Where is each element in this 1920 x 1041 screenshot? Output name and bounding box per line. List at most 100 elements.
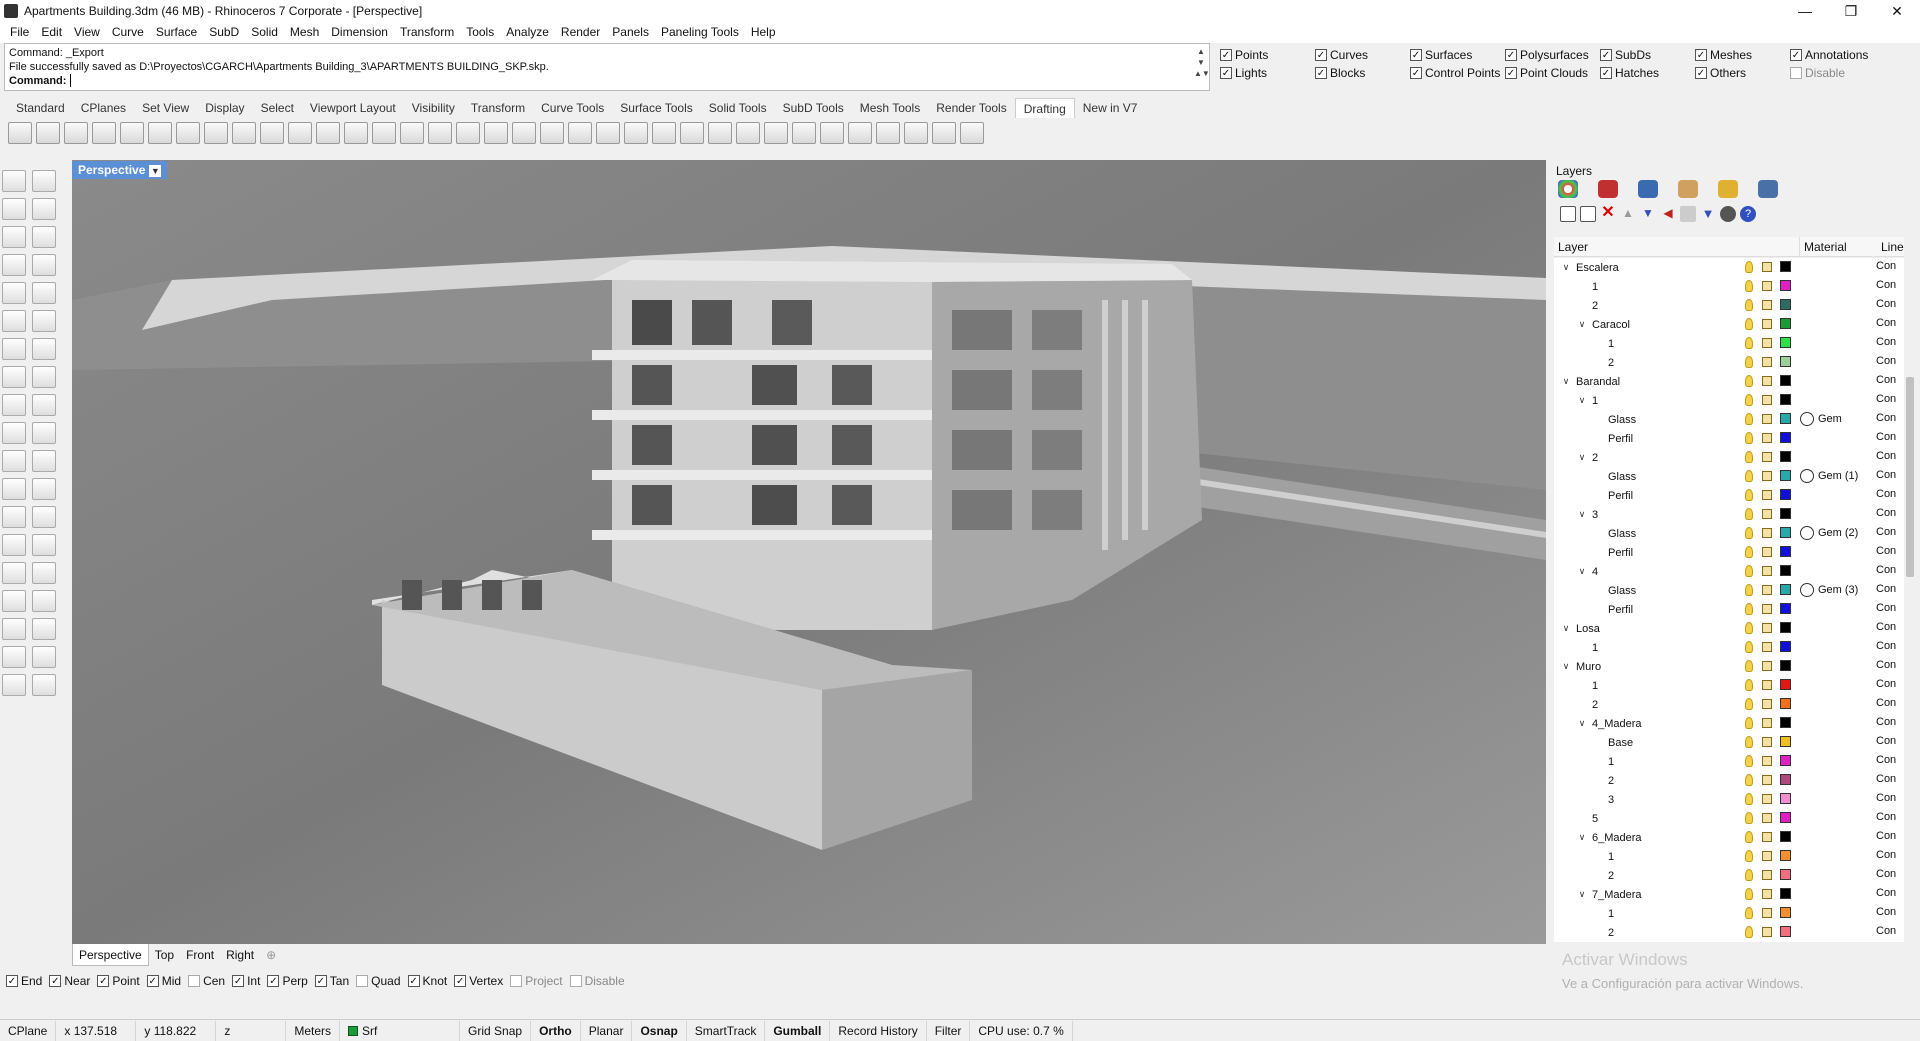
checkbox[interactable]: ✓ xyxy=(146,975,159,987)
layer-color-swatch[interactable] xyxy=(1780,622,1791,633)
osnap-disable[interactable]: Disable xyxy=(569,974,625,988)
filter-control-points[interactable]: ✓ Control Points xyxy=(1410,64,1505,82)
lock-icon[interactable] xyxy=(1762,471,1772,481)
layer-linetype[interactable]: Con xyxy=(1876,659,1896,671)
layer-color-swatch[interactable] xyxy=(1780,299,1791,310)
layer-linetype[interactable]: Con xyxy=(1876,716,1896,728)
layer-row[interactable]: 2 Con xyxy=(1554,296,1904,315)
layer-row[interactable]: 2 Con xyxy=(1554,695,1904,714)
layer-row[interactable]: 2 Con xyxy=(1554,353,1904,372)
layer-linetype[interactable]: Con xyxy=(1876,754,1896,766)
layer-linetype[interactable]: Con xyxy=(1876,564,1896,576)
rectangle-3pt-icon[interactable] xyxy=(32,590,56,612)
checkbox[interactable] xyxy=(510,975,523,987)
visibility-bulb-icon[interactable] xyxy=(1745,850,1753,862)
layer-linetype[interactable]: Con xyxy=(1876,906,1896,918)
tab-curve-tools[interactable]: Curve Tools xyxy=(533,98,612,118)
visibility-bulb-icon[interactable] xyxy=(1745,413,1753,425)
visibility-bulb-icon[interactable] xyxy=(1745,869,1753,881)
visibility-bulb-icon[interactable] xyxy=(1745,337,1753,349)
sketch-icon[interactable] xyxy=(32,310,56,332)
layer-material[interactable]: Gem xyxy=(1800,412,1842,426)
arc-3pt-icon[interactable] xyxy=(32,338,56,360)
point-icon[interactable] xyxy=(2,198,26,220)
text-icon[interactable] xyxy=(316,122,340,144)
filter-toggle[interactable]: Filter xyxy=(927,1020,971,1041)
viewport-tab-front[interactable]: Front xyxy=(180,944,220,966)
expand-chevron-icon[interactable]: ∨ xyxy=(1576,566,1588,577)
layer-row[interactable]: ∨ 2 Con xyxy=(1554,448,1904,467)
leader-icon[interactable] xyxy=(288,122,312,144)
tab-standard[interactable]: Standard xyxy=(8,98,73,118)
curve-icon[interactable] xyxy=(2,282,26,304)
render-icon[interactable] xyxy=(1638,180,1658,198)
font-icon[interactable] xyxy=(904,122,928,144)
lock-icon[interactable] xyxy=(1762,718,1772,728)
layer-color-swatch[interactable] xyxy=(1780,793,1791,804)
tab-drafting[interactable]: Drafting xyxy=(1014,98,1075,118)
checkbox[interactable]: ✓ xyxy=(454,975,467,987)
viewport-tab-perspective[interactable]: Perspective xyxy=(72,944,149,966)
ellipse-icon[interactable] xyxy=(32,478,56,500)
layer-row[interactable]: ∨ 6_Madera Con xyxy=(1554,828,1904,847)
layer-color-swatch[interactable] xyxy=(1780,584,1791,595)
osnap-point[interactable]: ✓ Point xyxy=(97,974,140,988)
layer-color-swatch[interactable] xyxy=(1780,717,1791,728)
layer-linetype[interactable]: Con xyxy=(1876,887,1896,899)
layer-row[interactable]: 1 Con xyxy=(1554,904,1904,923)
ortho-toggle[interactable]: Ortho xyxy=(531,1020,581,1041)
tab-viewport-layout[interactable]: Viewport Layout xyxy=(302,98,404,118)
chamfer-icon[interactable] xyxy=(32,506,56,528)
expand-chevron-icon[interactable]: ∨ xyxy=(1576,832,1588,843)
visibility-bulb-icon[interactable] xyxy=(1745,888,1753,900)
layer-color-swatch[interactable] xyxy=(1780,774,1791,785)
checkbox[interactable] xyxy=(356,975,369,987)
layer-linetype[interactable]: Con xyxy=(1876,773,1896,785)
expand-chevron-icon[interactable]: ∨ xyxy=(1576,889,1588,900)
layer-color-swatch[interactable] xyxy=(1780,698,1791,709)
layer-linetype[interactable]: Con xyxy=(1876,640,1896,652)
visibility-bulb-icon[interactable] xyxy=(1745,432,1753,444)
text-block-icon[interactable] xyxy=(568,122,592,144)
lock-icon[interactable] xyxy=(1762,490,1772,500)
checkbox[interactable]: ✓ xyxy=(232,975,245,987)
planar-toggle[interactable]: Planar xyxy=(581,1020,633,1041)
annotation-style-icon[interactable] xyxy=(960,122,984,144)
layout-icon[interactable] xyxy=(8,122,32,144)
clipping-plane-icon[interactable] xyxy=(540,122,564,144)
menu-item[interactable]: Analyze xyxy=(500,22,555,43)
gumball-toggle[interactable]: Gumball xyxy=(765,1020,831,1041)
layer-linetype[interactable]: Con xyxy=(1876,450,1896,462)
layer-row[interactable]: Perfil Con xyxy=(1554,600,1904,619)
visibility-bulb-icon[interactable] xyxy=(1745,584,1753,596)
layer-linetype[interactable]: Con xyxy=(1876,507,1896,519)
osnap-tan[interactable]: ✓ Tan xyxy=(314,974,349,988)
layer-color-swatch[interactable] xyxy=(1780,603,1791,614)
scroll-thumb[interactable] xyxy=(1906,377,1914,577)
circle-tangent-icon[interactable] xyxy=(2,478,26,500)
libraries-icon[interactable] xyxy=(1718,180,1738,198)
visibility-bulb-icon[interactable] xyxy=(1745,375,1753,387)
multipoint-icon[interactable] xyxy=(32,198,56,220)
loft-icon[interactable] xyxy=(2,618,26,640)
lock-icon[interactable] xyxy=(1762,566,1772,576)
lock-icon[interactable] xyxy=(1762,908,1772,918)
expand-chevron-icon[interactable]: ∨ xyxy=(1560,262,1572,273)
layer-row[interactable]: 1 Con xyxy=(1554,334,1904,353)
layer-linetype[interactable]: Con xyxy=(1876,260,1896,272)
filter-meshes[interactable]: ✓ Meshes xyxy=(1695,46,1790,64)
menu-item[interactable]: SubD xyxy=(203,22,245,43)
layer-row[interactable]: ∨ Muro Con xyxy=(1554,657,1904,676)
layer-linetype[interactable]: Con xyxy=(1876,412,1896,424)
visibility-bulb-icon[interactable] xyxy=(1745,717,1753,729)
layer-row[interactable]: 2 Con xyxy=(1554,923,1904,942)
layer-row[interactable]: 2 Con xyxy=(1554,771,1904,790)
visibility-bulb-icon[interactable] xyxy=(1745,926,1753,938)
smarttrack-toggle[interactable]: SmartTrack xyxy=(687,1020,766,1041)
layer-linetype[interactable]: Con xyxy=(1876,830,1896,842)
osnap-quad[interactable]: Quad xyxy=(356,974,401,988)
tab-mesh-tools[interactable]: Mesh Tools xyxy=(852,98,928,118)
layers-list[interactable]: ∨ Escalera Con 1 Con 2 Con ∨ Caracol Con 1 Con 2 Con ∨… xyxy=(1554,258,1904,942)
hatch-icon[interactable] xyxy=(428,122,452,144)
radius-dimension-icon[interactable] xyxy=(232,122,256,144)
